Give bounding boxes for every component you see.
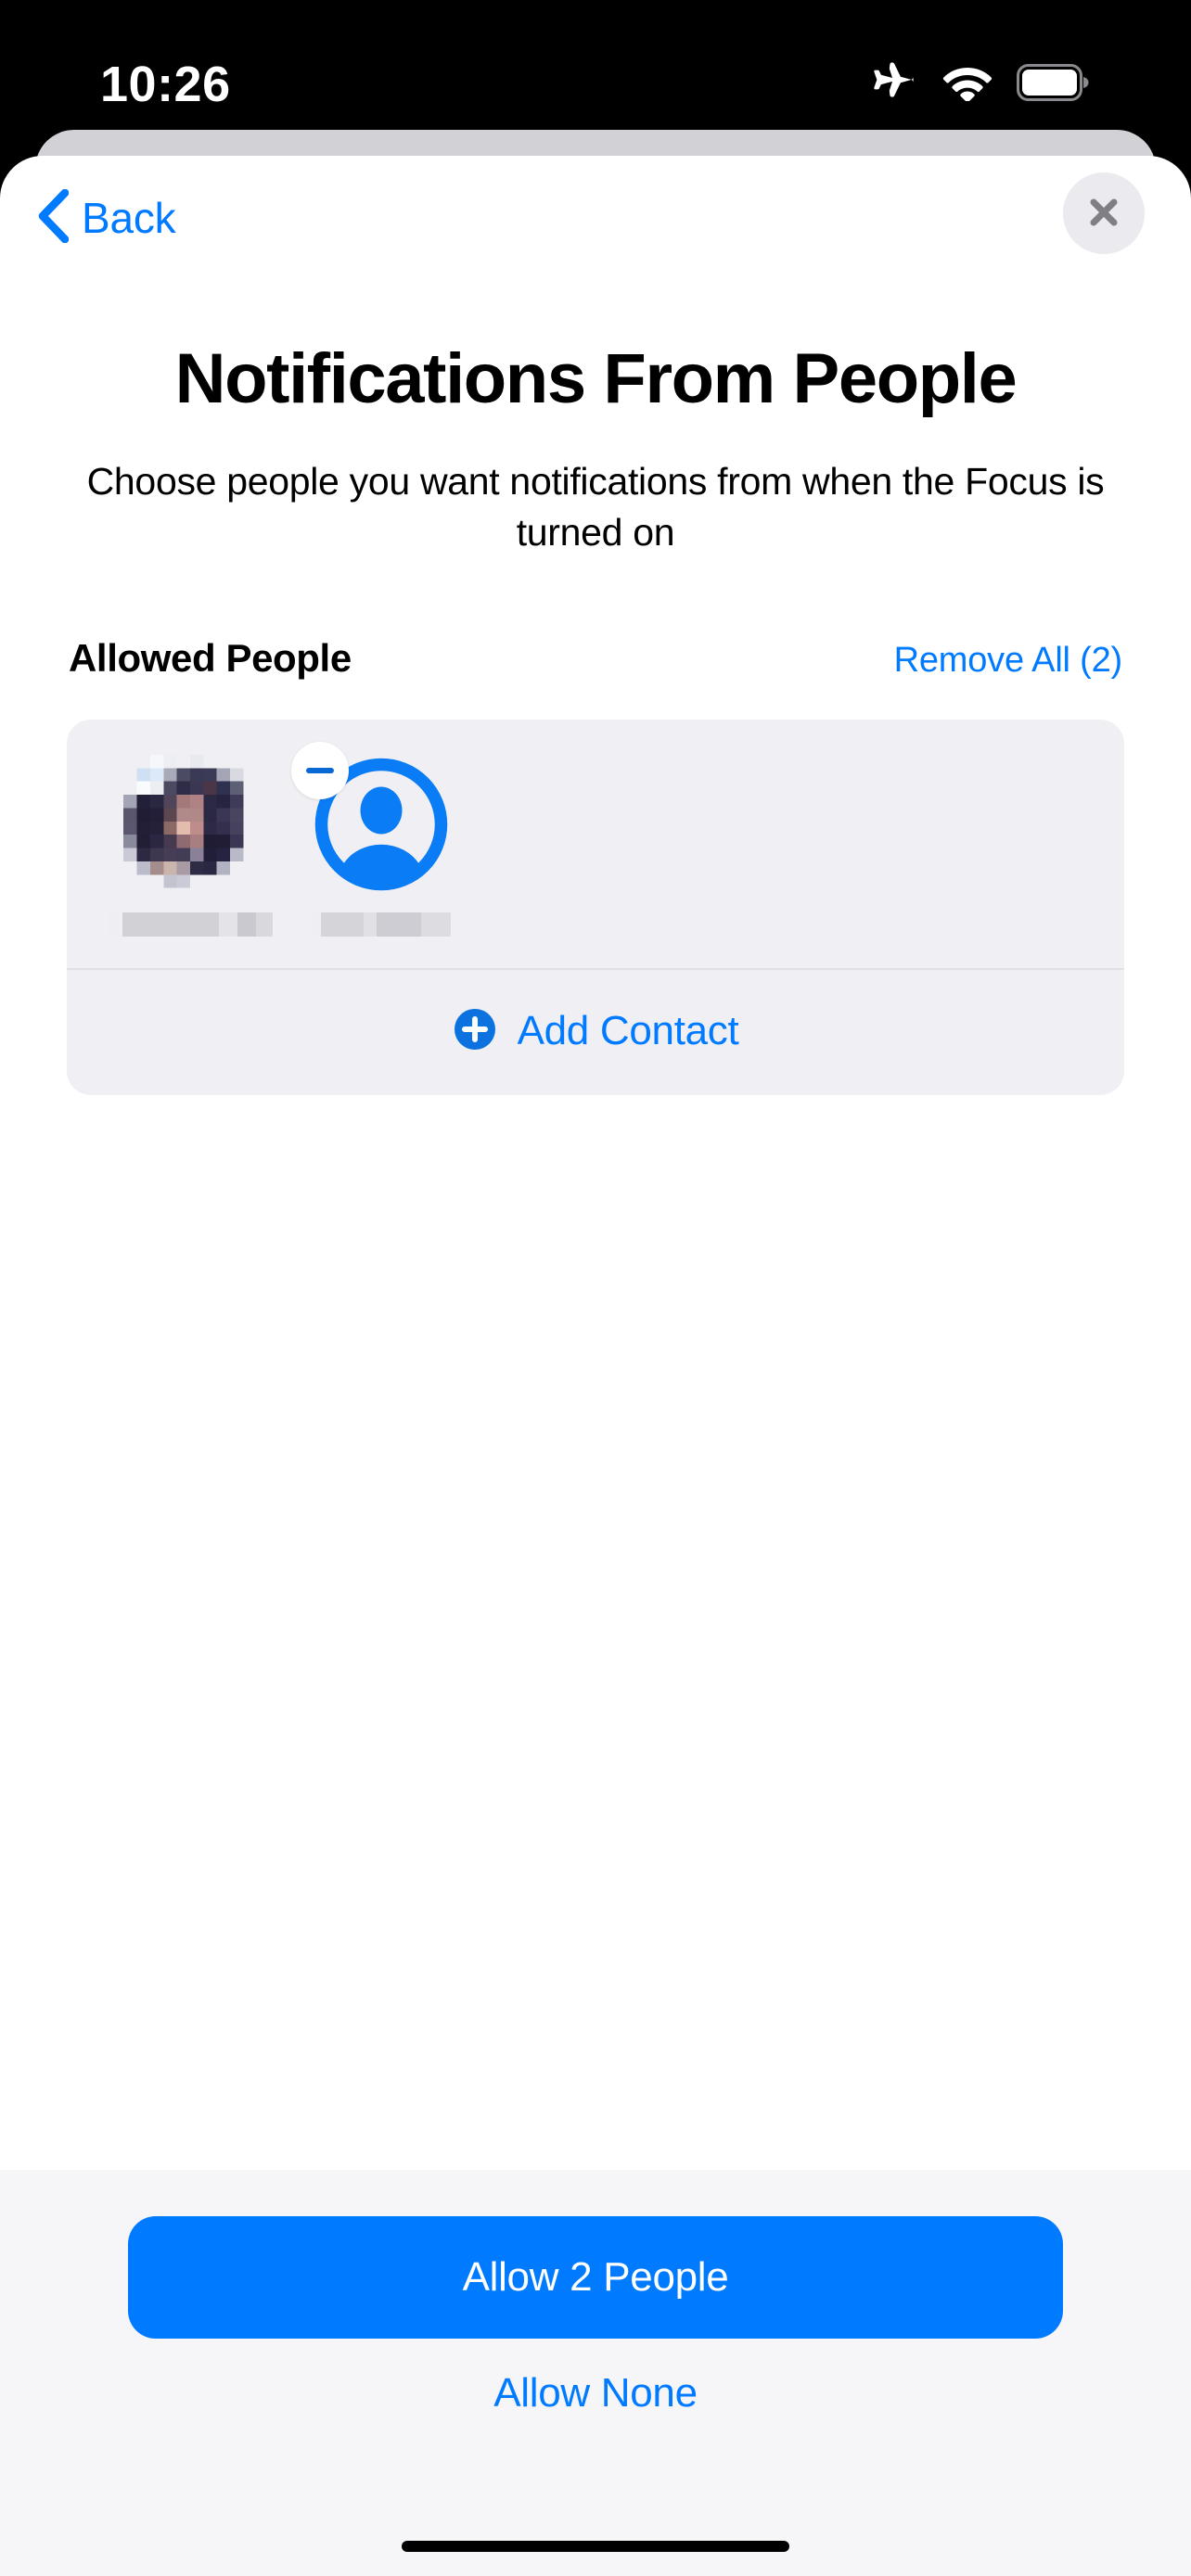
remove-all-button[interactable]: Remove All (2) [894,641,1123,681]
contact-item[interactable] [291,741,464,937]
contact-item[interactable] [108,754,273,937]
add-contact-button[interactable]: Add Contact [67,970,1124,1095]
contact-name-redacted [108,912,273,937]
nav-bar: Back [0,156,1191,295]
plus-circle-icon [453,1007,497,1056]
status-bar: 10:26 [0,0,1191,148]
chevron-left-icon [37,188,70,246]
page-title: Notifications From People [174,339,1018,418]
status-bar-time: 10:26 [100,57,231,112]
airplane-mode-icon [870,58,918,111]
section-title: Allowed People [69,635,352,680]
wifi-icon [942,64,992,106]
remove-contact-button[interactable] [291,741,349,799]
minus-icon [306,767,334,773]
add-contact-label: Add Contact [517,1008,739,1054]
home-indicator[interactable] [402,2541,789,2552]
avatar [291,741,451,894]
contact-name-redacted [312,912,451,937]
close-icon [1083,192,1124,236]
allow-people-button[interactable]: Allow 2 People [128,2216,1063,2339]
avatar [121,754,260,901]
page-subtitle: Choose people you want notifications fro… [86,459,1105,554]
allow-none-button[interactable]: Allow None [493,2370,698,2417]
status-bar-icons [870,58,1089,111]
contact-photo-avatar-pixelated [123,754,257,901]
header: Notifications From People Choose people … [0,295,1191,558]
contacts-row [67,720,1124,968]
focus-notifications-sheet: Back Notifications From People Choose pe… [0,156,1191,2576]
close-button[interactable] [1063,172,1145,254]
back-button[interactable]: Back [28,182,185,253]
allowed-people-card: Add Contact [67,719,1124,1095]
allowed-people-section-header: Allowed People Remove All (2) [0,636,1191,681]
back-button-label: Back [82,193,176,242]
footer-actions: Allow 2 People Allow None [0,2170,1191,2576]
battery-icon [1017,63,1089,106]
